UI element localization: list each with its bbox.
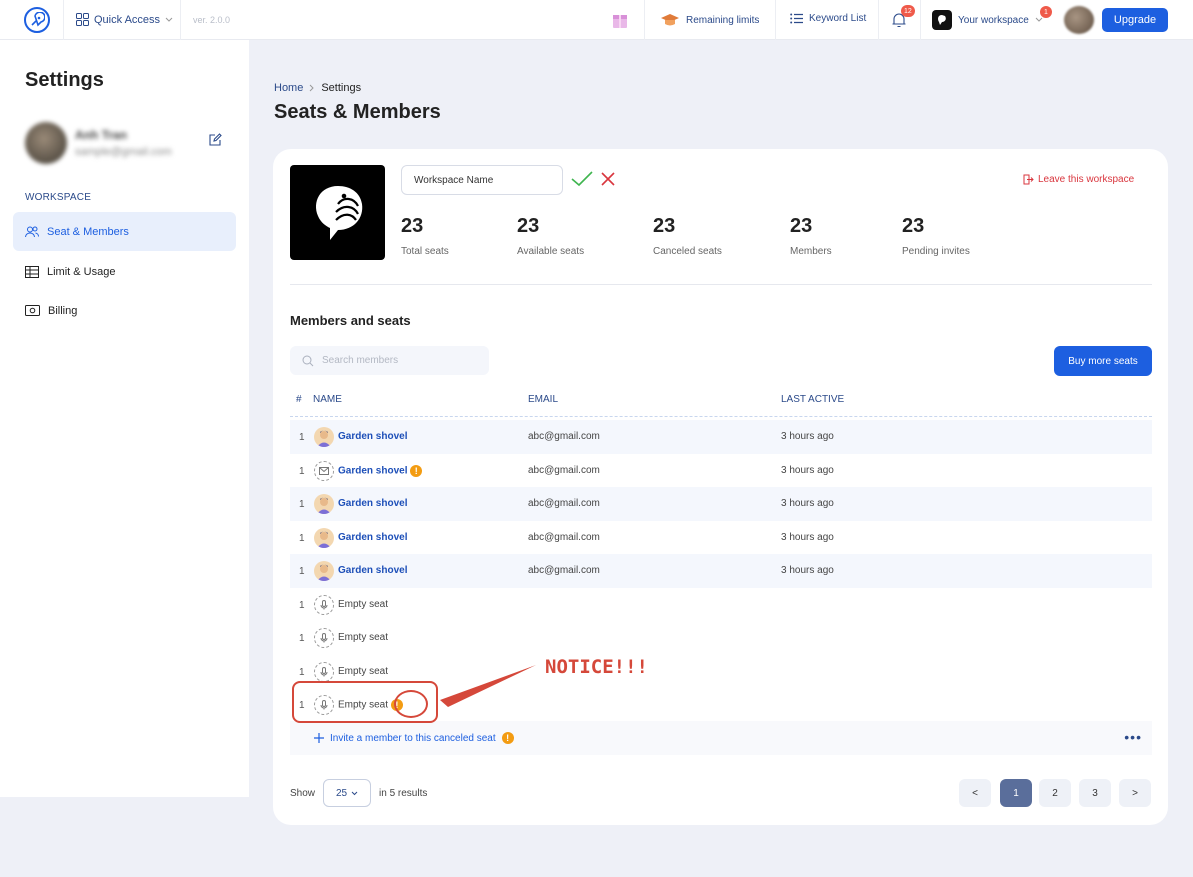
- annotation-notice-text: NOTICE!!!: [545, 656, 648, 678]
- annotation-arrow: [440, 665, 536, 707]
